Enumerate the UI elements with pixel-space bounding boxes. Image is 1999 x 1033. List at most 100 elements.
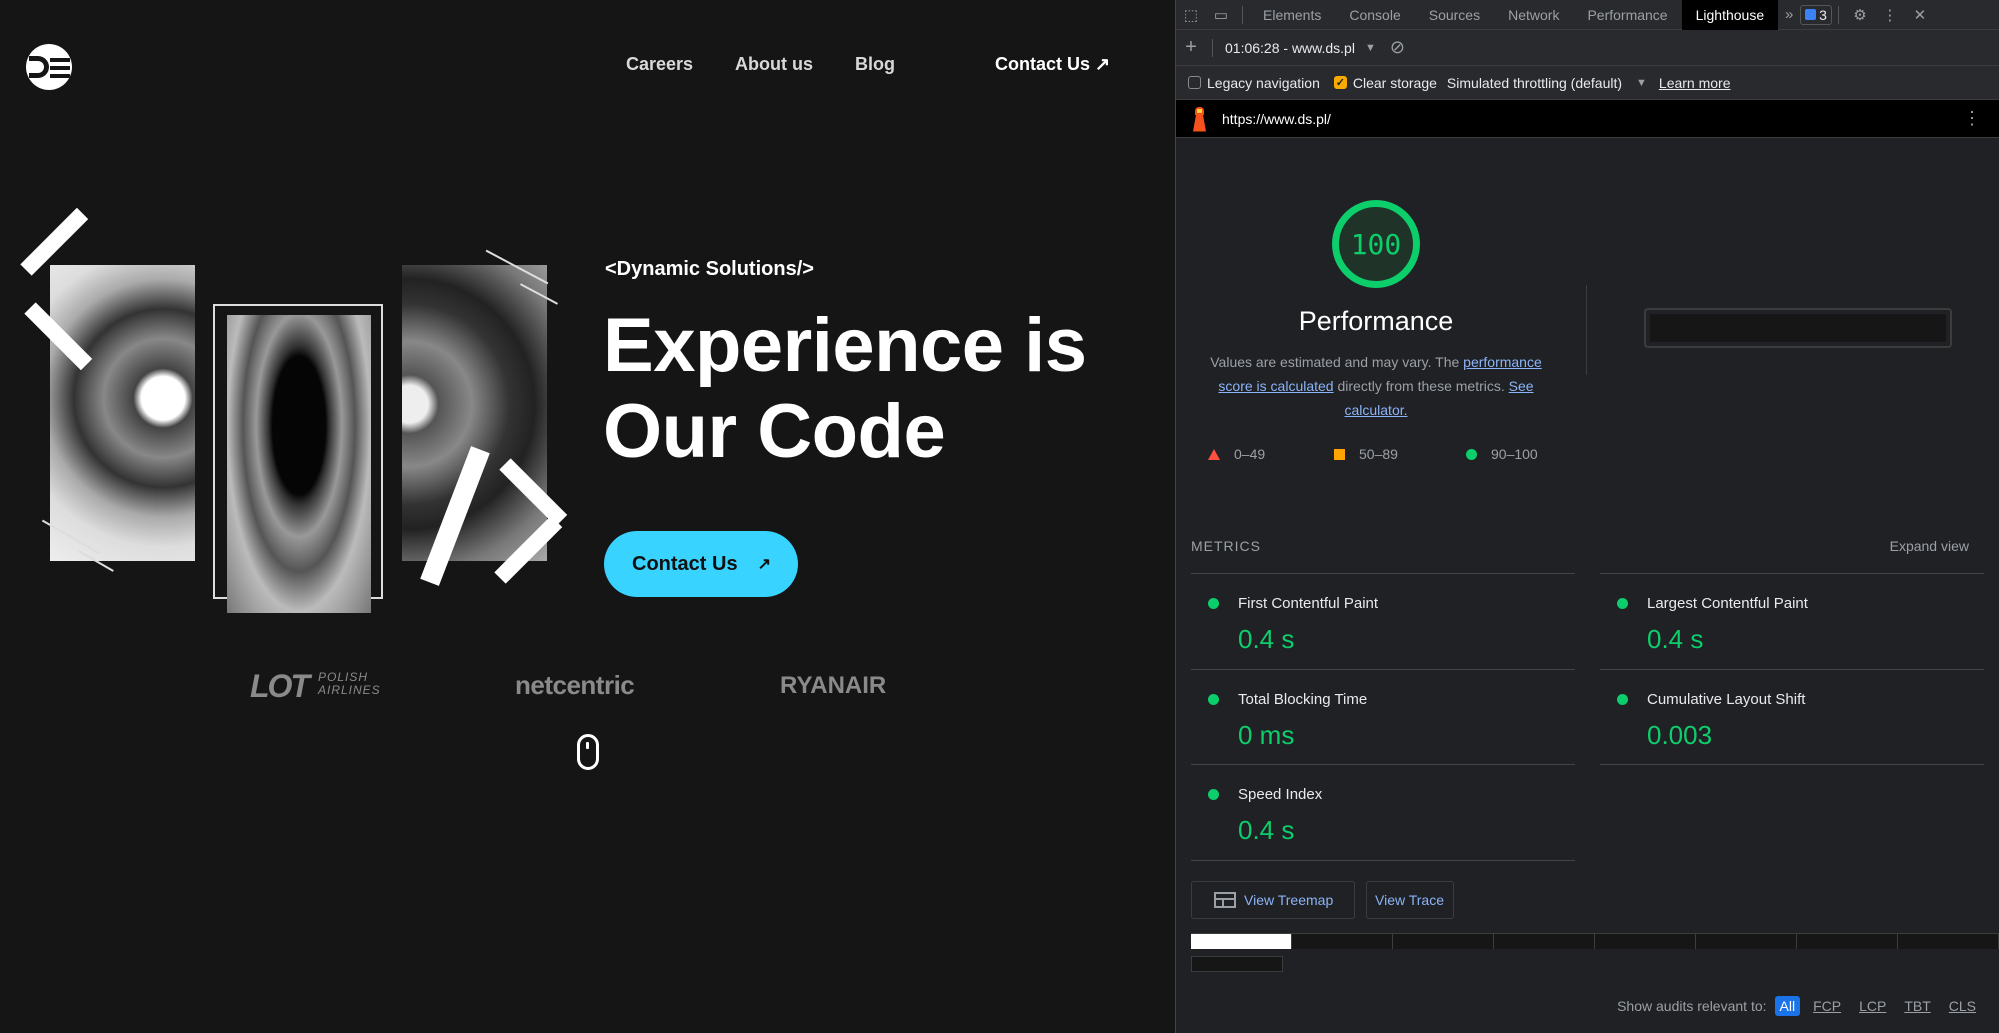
pass-dot-icon bbox=[1208, 789, 1219, 800]
separator bbox=[1586, 285, 1587, 375]
contact-us-label: Contact Us bbox=[632, 552, 738, 575]
audit-filter-bar: Show audits relevant to: All FCP LCP TBT… bbox=[1617, 996, 1981, 1016]
devtools-panel: ⬚ ▭ Elements Console Sources Network Per… bbox=[1176, 0, 1999, 1033]
filter-fcp[interactable]: FCP bbox=[1808, 996, 1846, 1016]
ryanair-logo: RYANAIR bbox=[780, 672, 887, 699]
learn-more-link[interactable]: Learn more bbox=[1659, 75, 1731, 91]
metric-speed-index: Speed Index 0.4 s bbox=[1191, 764, 1575, 860]
legend-average: 50–89 bbox=[1334, 446, 1398, 462]
nav-blog[interactable]: Blog bbox=[855, 54, 895, 75]
pass-dot-icon bbox=[1617, 598, 1628, 609]
more-tabs-icon[interactable]: » bbox=[1778, 0, 1800, 30]
metric-value: 0.4 s bbox=[1238, 624, 1295, 654]
filmstrip-frame[interactable] bbox=[1191, 956, 1283, 972]
dropdown-caret-icon[interactable]: ▼ bbox=[1636, 77, 1647, 89]
final-screenshot-thumbnail[interactable] bbox=[1644, 308, 1952, 348]
tab-performance[interactable]: Performance bbox=[1573, 0, 1681, 30]
desc-text: Values are estimated and may vary. The bbox=[1210, 354, 1464, 370]
filter-cls[interactable]: CLS bbox=[1944, 996, 1981, 1016]
devtools-tabbar: ⬚ ▭ Elements Console Sources Network Per… bbox=[1176, 0, 1999, 30]
tagline: <Dynamic Solutions/> bbox=[605, 258, 814, 280]
filmstrip-frame[interactable] bbox=[1292, 934, 1393, 949]
metric-label: First Contentful Paint bbox=[1238, 595, 1379, 612]
filmstrip-frame[interactable] bbox=[1191, 934, 1292, 949]
clear-storage-label: Clear storage bbox=[1352, 74, 1437, 91]
arrow-up-right-icon: ↗ bbox=[757, 556, 771, 573]
view-trace-label: View Trace bbox=[1375, 892, 1444, 908]
clear-reports-icon[interactable]: ⊘ bbox=[1390, 37, 1405, 58]
pass-dot-icon bbox=[1208, 694, 1219, 705]
nav-careers[interactable]: Careers bbox=[626, 54, 693, 75]
nav-about-us[interactable]: About us bbox=[735, 54, 813, 75]
filter-tbt[interactable]: TBT bbox=[1899, 996, 1935, 1016]
headline-line-2: Our Code bbox=[603, 389, 946, 474]
view-trace-button[interactable]: View Trace bbox=[1366, 881, 1454, 919]
tab-sources[interactable]: Sources bbox=[1415, 0, 1494, 30]
legend-label: 0–49 bbox=[1234, 446, 1266, 462]
lighthouse-toolbar: + 01:06:28 - www.ds.pl ▼ ⊘ bbox=[1176, 30, 1999, 66]
report-select[interactable]: 01:06:28 - www.ds.pl bbox=[1225, 40, 1355, 56]
expand-view-toggle[interactable]: Expand view bbox=[1890, 538, 1969, 554]
filmstrip-frame[interactable] bbox=[1494, 934, 1595, 949]
filter-lcp[interactable]: LCP bbox=[1854, 996, 1891, 1016]
legacy-navigation-label: Legacy navigation bbox=[1207, 74, 1320, 91]
metric-tbt: Total Blocking Time 0 ms bbox=[1191, 669, 1575, 765]
metric-lcp: Largest Contentful Paint 0.4 s bbox=[1600, 573, 1984, 669]
filter-all[interactable]: All bbox=[1774, 996, 1801, 1016]
tab-lighthouse[interactable]: Lighthouse bbox=[1681, 0, 1779, 30]
eye-image-right bbox=[402, 265, 547, 561]
legacy-navigation-checkbox[interactable] bbox=[1188, 76, 1201, 89]
metric-fcp: First Contentful Paint 0.4 s bbox=[1191, 573, 1575, 669]
device-toolbar-icon[interactable]: ▭ bbox=[1206, 0, 1236, 30]
divider bbox=[1600, 764, 1984, 765]
filmstrip-frame[interactable] bbox=[1797, 934, 1898, 949]
tab-console[interactable]: Console bbox=[1335, 0, 1414, 30]
issues-count: 3 bbox=[1819, 6, 1827, 23]
dropdown-caret-icon[interactable]: ▼ bbox=[1365, 42, 1376, 54]
eye-image-left bbox=[50, 265, 195, 561]
inspect-element-icon[interactable]: ⬚ bbox=[1176, 0, 1206, 30]
separator bbox=[1212, 38, 1213, 57]
legend-label: 90–100 bbox=[1491, 446, 1538, 462]
lighthouse-options: Legacy navigation ✓ Clear storage Simula… bbox=[1176, 66, 1999, 100]
nav-contact-us[interactable]: Contact Us ↗ bbox=[995, 54, 1110, 75]
close-icon[interactable]: ✕ bbox=[1905, 0, 1935, 30]
audit-filter-label: Show audits relevant to: bbox=[1617, 998, 1767, 1014]
square-icon bbox=[1334, 448, 1345, 460]
eye-image-center bbox=[227, 315, 371, 613]
hero-headline: Experience is Our Code bbox=[603, 303, 1087, 475]
mouse-scroll-icon[interactable] bbox=[577, 734, 599, 770]
score-description: Values are estimated and may vary. The p… bbox=[1196, 350, 1556, 422]
tab-elements[interactable]: Elements bbox=[1249, 0, 1335, 30]
report-menu-icon[interactable]: ⋮ bbox=[1963, 108, 1981, 129]
filmstrip-frame[interactable] bbox=[1898, 934, 1999, 949]
issues-badge[interactable]: 3 bbox=[1800, 4, 1832, 25]
pass-dot-icon bbox=[1208, 598, 1219, 609]
report-url: https://www.ds.pl/ bbox=[1222, 110, 1331, 127]
settings-gear-icon[interactable]: ⚙ bbox=[1845, 0, 1875, 30]
ds-logo[interactable] bbox=[26, 44, 72, 90]
contact-us-button[interactable]: Contact Us ↗ bbox=[604, 531, 798, 597]
metric-cls: Cumulative Layout Shift 0.003 bbox=[1600, 669, 1984, 765]
metric-value: 0.4 s bbox=[1238, 815, 1295, 845]
filmstrip-frame[interactable] bbox=[1696, 934, 1797, 949]
filmstrip-frame[interactable] bbox=[1393, 934, 1494, 949]
report-url-bar: https://www.ds.pl/ ⋮ bbox=[1176, 100, 1999, 138]
metric-label: Total Blocking Time bbox=[1238, 691, 1368, 708]
metrics-header: METRICS bbox=[1191, 538, 1261, 554]
metric-label: Cumulative Layout Shift bbox=[1647, 691, 1806, 708]
desc-text: directly from these metrics. bbox=[1333, 378, 1509, 394]
metric-label: Largest Contentful Paint bbox=[1647, 595, 1808, 612]
throttling-select[interactable]: Simulated throttling (default) bbox=[1447, 75, 1622, 91]
pass-dot-icon bbox=[1617, 694, 1628, 705]
new-report-plus-icon[interactable]: + bbox=[1176, 33, 1206, 63]
view-treemap-button[interactable]: View Treemap bbox=[1191, 881, 1355, 919]
filmstrip-frame[interactable] bbox=[1595, 934, 1696, 949]
tab-network[interactable]: Network bbox=[1494, 0, 1573, 30]
clear-storage-checkbox[interactable]: ✓ bbox=[1333, 76, 1347, 89]
separator bbox=[1837, 5, 1839, 24]
circle-icon bbox=[1466, 448, 1477, 460]
performance-score-gauge[interactable]: 100 bbox=[1332, 200, 1420, 288]
metric-label: Speed Index bbox=[1238, 786, 1323, 803]
kebab-menu-icon[interactable]: ⋮ bbox=[1875, 0, 1905, 30]
